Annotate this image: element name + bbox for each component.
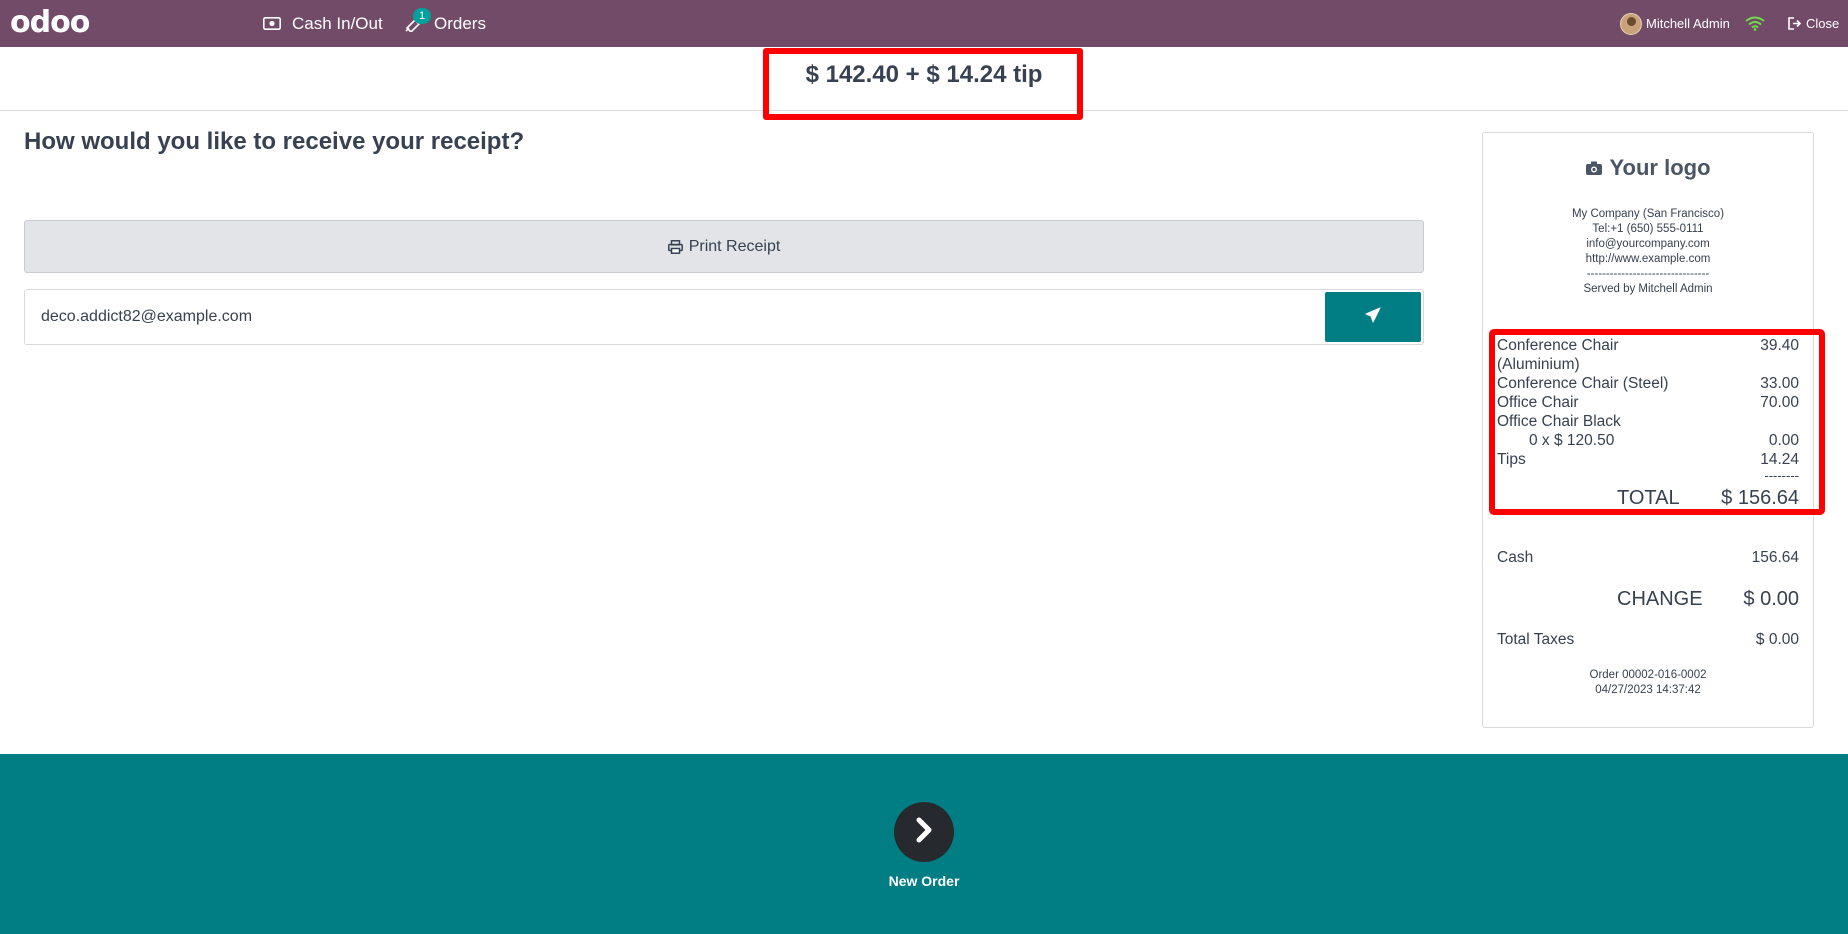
close-button[interactable]: Close <box>1788 0 1839 47</box>
order-reference: Order 00002-016-0002 <box>1589 669 1707 681</box>
line-price: 39.40 <box>1760 337 1799 354</box>
receipt-logo: Your logo <box>1483 155 1813 181</box>
print-icon <box>667 239 683 254</box>
receipt-line: Office Chair 70.00 <box>1497 393 1799 412</box>
print-receipt-button[interactable]: Print Receipt <box>24 220 1424 273</box>
sign-out-icon <box>1788 17 1802 30</box>
line-price: 70.00 <box>1760 394 1799 411</box>
top-navbar: odoo Cash In/Out 1 Orders Mitchell Admin… <box>0 0 1848 47</box>
receipt-company-info: My Company (San Francisco) Tel:+1 (650) … <box>1483 207 1813 297</box>
line-name: (Aluminium) <box>1497 356 1580 373</box>
receipt-line: (Aluminium) <box>1497 355 1799 374</box>
avatar <box>1620 12 1642 35</box>
receipt-line: 0 x $ 120.50 0.00 <box>1497 431 1799 450</box>
odoo-logo: odoo <box>10 5 90 40</box>
receipt-footer: Order 00002-016-0002 04/27/2023 14:37:42 <box>1483 668 1813 698</box>
email-input[interactable] <box>25 290 1325 344</box>
line-name: Office Chair Black <box>1497 413 1621 430</box>
line-name: Conference Chair (Steel) <box>1497 375 1669 392</box>
receipt-line: Office Chair Black <box>1497 412 1799 431</box>
print-receipt-label: Print Receipt <box>688 237 781 255</box>
company-tel: Tel:+1 (650) 555-0111 <box>1592 223 1704 235</box>
line-name: Office Chair <box>1497 394 1579 411</box>
wifi-icon[interactable] <box>1745 0 1765 47</box>
new-order-label[interactable]: New Order <box>0 873 1848 889</box>
orders-button[interactable]: 1 Orders <box>404 0 486 47</box>
taxes-row: Total Taxes $ 0.00 <box>1497 630 1799 649</box>
taxes-label: Total Taxes <box>1497 631 1575 648</box>
total-value: $ 156.64 <box>1721 487 1799 509</box>
user-menu[interactable]: Mitchell Admin <box>1620 0 1730 47</box>
line-price: 0.00 <box>1768 432 1799 449</box>
receipt-line: Conference Chair (Steel) 33.00 <box>1497 374 1799 393</box>
line-name: Conference Chair <box>1497 337 1619 354</box>
payment-amount: 156.64 <box>1751 549 1799 566</box>
order-date: 04/27/2023 14:37:42 <box>1595 684 1701 696</box>
payment-row: Cash 156.64 <box>1497 548 1799 567</box>
cash-icon <box>262 16 282 32</box>
chevron-right-icon <box>913 817 935 848</box>
receipt-preview: Your logo My Company (San Francisco) Tel… <box>1482 132 1814 728</box>
served-by: Served by Mitchell Admin <box>1583 283 1713 295</box>
change-value: $ 0.00 <box>1743 588 1799 610</box>
close-label: Close <box>1806 16 1840 31</box>
line-price: 33.00 <box>1760 375 1799 392</box>
company-website: http://www.example.com <box>1585 253 1711 265</box>
user-name: Mitchell Admin <box>1646 16 1730 31</box>
company-email: info@yourcompany.com <box>1586 238 1710 250</box>
paper-plane-icon <box>1365 307 1381 328</box>
send-email-button[interactable] <box>1325 292 1421 342</box>
line-name: 0 x $ 120.50 <box>1529 432 1615 449</box>
new-order-button[interactable] <box>894 802 954 862</box>
dash-line: -------- <box>1497 466 1799 485</box>
orders-count-badge: 1 <box>413 8 431 24</box>
receipt-line: Conference Chair 39.40 <box>1497 336 1799 355</box>
dash-line-text: -------- <box>1764 468 1799 483</box>
separator: -------------------------------- <box>1586 268 1710 280</box>
cash-in-out-button[interactable]: Cash In/Out <box>262 0 383 47</box>
amount-header: $ 142.40 + $ 14.24 tip <box>0 47 1848 111</box>
cash-in-out-label: Cash In/Out <box>292 13 383 33</box>
payment-method: Cash <box>1497 549 1534 566</box>
company-name: My Company (San Francisco) <box>1571 208 1725 220</box>
receipt-question: How would you like to receive your recei… <box>24 128 525 155</box>
bottom-action-bar: New Order <box>0 754 1848 934</box>
orders-label: Orders <box>434 13 486 33</box>
camera-icon <box>1585 160 1603 176</box>
taxes-value: $ 0.00 <box>1755 631 1799 648</box>
receipt-logo-text: Your logo <box>1609 155 1711 180</box>
email-receipt-group <box>24 289 1424 345</box>
total-amount-with-tip: $ 142.40 + $ 14.24 tip <box>805 61 1043 88</box>
change-label: CHANGE <box>1617 588 1703 610</box>
total-label: TOTAL <box>1617 487 1680 509</box>
